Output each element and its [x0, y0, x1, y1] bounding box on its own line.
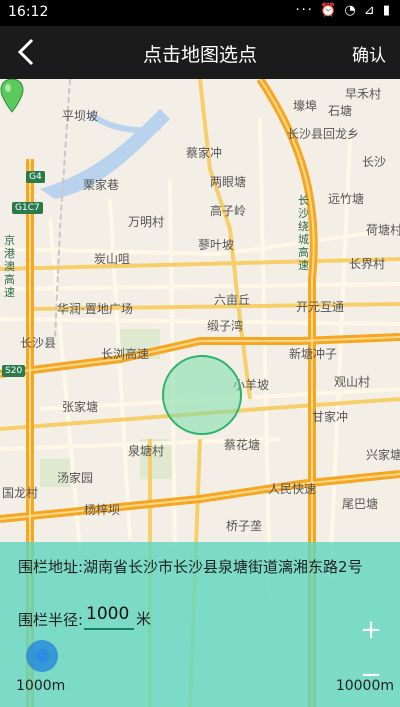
- slider-max-label: 10000m: [335, 678, 394, 694]
- map-label: 石塘: [328, 104, 353, 118]
- fence-settings-panel: 围栏地址:湖南省长沙市长沙县泉塘街道漓湘东路2号 围栏半径: 米 + − 100…: [0, 542, 400, 707]
- map-label: 六亩丘: [214, 293, 251, 307]
- fence-address: 围栏地址:湖南省长沙市长沙县泉塘街道漓湘东路2号: [18, 558, 363, 576]
- map-label: 桥子垄: [226, 519, 263, 533]
- map-label: 两眼塘: [210, 175, 247, 189]
- status-bar: 16:12 ··· ⏰ ◔ ⊿ ▮: [0, 0, 400, 26]
- map-label: 观山村: [334, 375, 371, 389]
- map-label: 人民快速: [268, 482, 317, 496]
- map-label: 平坝坡: [62, 109, 99, 123]
- zoom-in-button[interactable]: +: [356, 615, 386, 645]
- map-label: 国龙村: [2, 486, 39, 500]
- slider-min-label: 1000m: [16, 678, 66, 694]
- map-label: 缎子湾: [207, 319, 244, 333]
- map-label: 新塘冲子: [289, 347, 338, 361]
- page-title: 点击地图选点: [142, 44, 257, 66]
- map-label: 长浏高速: [101, 347, 150, 361]
- app-bar: 点击地图选点 确认: [0, 26, 400, 79]
- highway-shield: G4: [26, 171, 45, 183]
- confirm-button[interactable]: 确认: [352, 41, 386, 66]
- radius-label: 围栏半径:: [18, 611, 84, 629]
- map-label: 长界村: [349, 257, 386, 271]
- map-label: 泉塘村: [128, 444, 165, 458]
- map-label: 长沙县: [20, 336, 57, 350]
- highway-shield: G1C7: [12, 202, 43, 214]
- status-icons: ··· ⏰ ◔ ⊿ ▮: [295, 3, 392, 18]
- status-time: 16:12: [8, 4, 49, 20]
- map-label: 张家塘: [62, 400, 99, 414]
- map-label: 长沙县回龙乡: [287, 127, 360, 141]
- fence-radius-circle: [162, 355, 242, 435]
- map-label: 早禾村: [345, 87, 382, 101]
- map-label: 荷塘村: [366, 223, 400, 237]
- highway-shield: S20: [2, 365, 26, 377]
- radius-input[interactable]: [84, 600, 134, 630]
- map-label: 华润·置地广场: [57, 302, 133, 316]
- map-label: 开元互通: [296, 300, 345, 314]
- map-label: 甘家冲: [312, 410, 349, 424]
- map-label: 尾巴塘: [342, 497, 379, 511]
- map-pin-icon[interactable]: [0, 79, 24, 113]
- map-road-label: 长沙绕城高速: [298, 194, 309, 272]
- map-label: 壕埠: [293, 99, 318, 113]
- map-label: 长沙: [362, 155, 387, 169]
- map-label: 蔡家冲: [186, 146, 223, 160]
- radius-slider-thumb[interactable]: [26, 640, 58, 672]
- map-label: 汤家园: [57, 471, 94, 485]
- map-label: 蔡花塘: [224, 438, 261, 452]
- slider-thumb-core: [35, 649, 49, 663]
- map-label: 炭山咀: [94, 252, 131, 266]
- map-road-label: 京港澳高速: [4, 234, 15, 299]
- map-label: 蓼叶坡: [198, 238, 235, 252]
- map-label: 杨梓坝: [84, 503, 121, 517]
- map-label: 栗家巷: [83, 178, 120, 192]
- map-label: 远竹塘: [328, 192, 365, 206]
- map-label: 高子岭: [210, 204, 247, 218]
- map-label: 兴家塘: [366, 448, 400, 462]
- radius-unit: 米: [136, 610, 152, 628]
- map-label: 万明村: [128, 215, 165, 229]
